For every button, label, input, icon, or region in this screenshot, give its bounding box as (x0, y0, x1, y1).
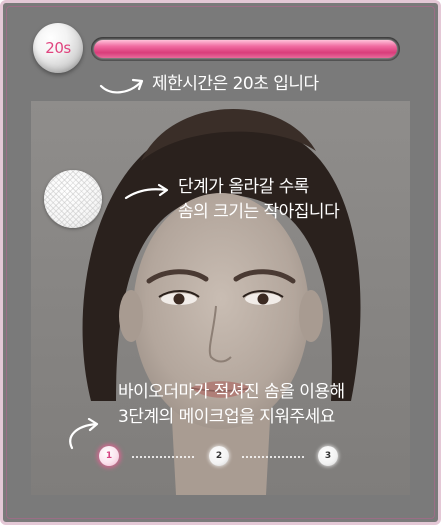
step-2-indicator: 2 (209, 446, 229, 466)
timer-seconds: 20s (45, 39, 71, 57)
timer-progress-bar (91, 37, 400, 61)
step-3-label: 3 (324, 451, 332, 461)
step-3-indicator: 3 (318, 446, 338, 466)
remove-makeup-caption: 바이오더마가 적셔진 솜을 이용해 3단계의 메이크업을 지워주세요 (118, 380, 345, 430)
curved-arrow-icon (124, 183, 169, 200)
step-1-indicator: 1 (99, 446, 119, 466)
step-2-label: 2 (215, 451, 223, 461)
time-limit-caption: 제한시간은 20초 입니다 (152, 74, 319, 94)
step-connector (132, 456, 194, 458)
cotton-pad-icon[interactable] (44, 170, 102, 228)
curved-arrow-icon (99, 78, 144, 94)
stage-caption-line-1: 단계가 올라갈 수록 (178, 177, 309, 197)
stage-size-caption: 단계가 올라갈 수록 솜의 크기는 작아집니다 (178, 175, 340, 225)
timer-progress-fill (94, 40, 397, 58)
timer-badge: 20s (33, 23, 83, 73)
remove-caption-line-2: 3단계의 메이크업을 지워주세요 (118, 407, 335, 427)
remove-caption-line-1: 바이오더마가 적셔진 솜을 이용해 (118, 382, 345, 402)
stage-caption-line-2: 솜의 크기는 작아집니다 (178, 202, 340, 222)
step-connector (242, 456, 304, 458)
step-1-label: 1 (105, 451, 113, 461)
